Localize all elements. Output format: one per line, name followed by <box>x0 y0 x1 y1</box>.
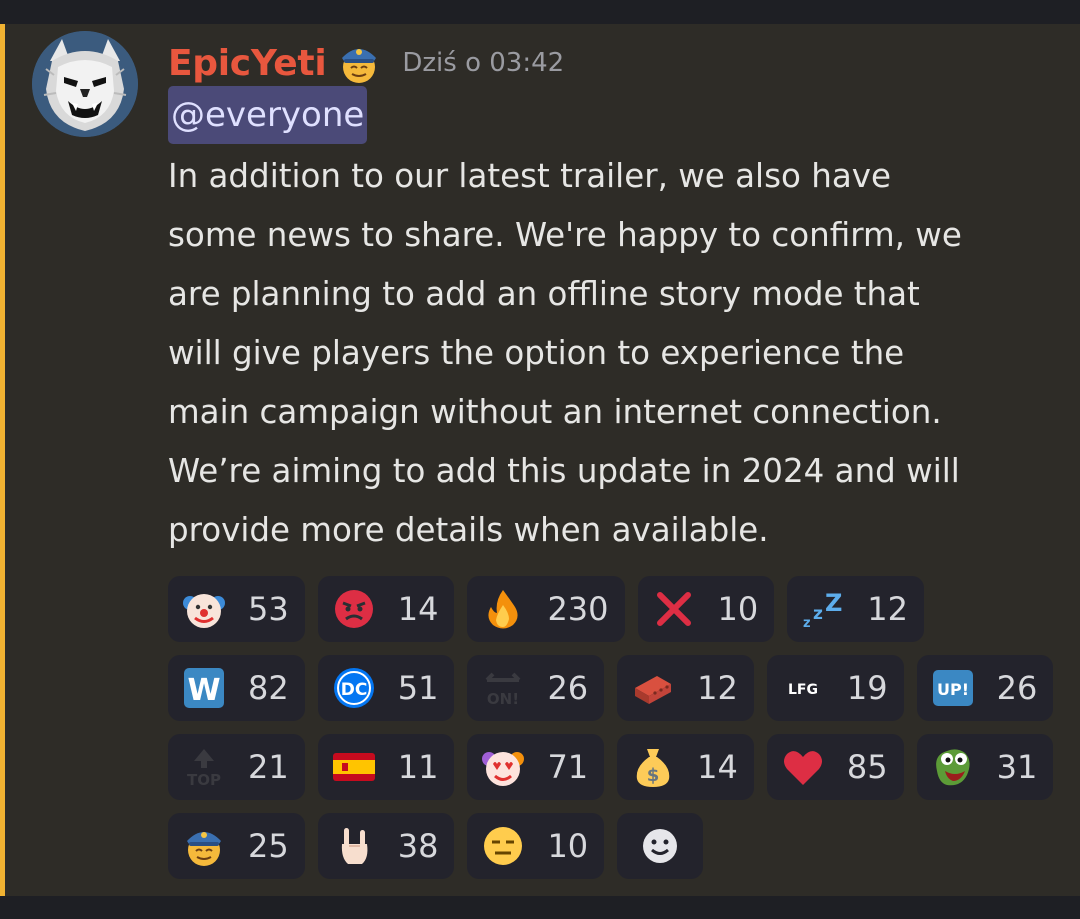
dc-logo-icon: DC <box>333 668 374 708</box>
reaction-count: 14 <box>697 748 738 786</box>
reaction-up[interactable]: UP! 26 <box>916 655 1054 721</box>
svg-text:$: $ <box>647 765 660 786</box>
add-reaction-icon <box>643 829 678 863</box>
lfg-icon: LFG <box>788 682 818 698</box>
chat-message: EpicYeti Dziś o 03:42 @everyone In addit… <box>0 24 1080 896</box>
yeti-avatar-icon <box>32 31 138 137</box>
reaction-rock[interactable]: 38 <box>317 813 455 879</box>
add-reaction-button[interactable] <box>617 813 704 879</box>
reaction-count: 11 <box>397 748 439 786</box>
reaction-heart[interactable]: 85 <box>766 734 904 800</box>
reaction-count: 51 <box>397 669 439 707</box>
svg-text:DC: DC <box>340 680 367 700</box>
reaction-w[interactable]: W 82 <box>168 655 305 721</box>
reactions-bar: 53 14 230 10 z z Z 12 W 82 DC 51 ON! 26 … <box>168 576 1054 892</box>
reaction-fire[interactable]: 230 <box>467 576 625 642</box>
clown-heart-eyes-icon <box>482 752 525 786</box>
reaction-count: 10 <box>547 827 589 865</box>
zzz-icon: z z Z <box>803 589 842 631</box>
message-line: will give players the option to experien… <box>168 334 905 372</box>
reaction-count: 14 <box>397 590 439 628</box>
cross-mark-icon <box>656 592 691 626</box>
reaction-count: 19 <box>846 669 888 707</box>
reaction-money[interactable]: $ 14 <box>617 734 754 800</box>
reaction-count: 10 <box>717 590 759 628</box>
pepe-frog-icon <box>935 749 970 786</box>
message-line: some news to share. We're happy to confi… <box>168 216 962 254</box>
svg-text:TOP: TOP <box>187 771 221 789</box>
avatar[interactable] <box>32 31 138 137</box>
reaction-expressionless[interactable]: 10 <box>467 813 605 879</box>
pilot-face-icon <box>187 832 221 866</box>
angry-face-icon <box>334 590 373 628</box>
reaction-angry[interactable]: 14 <box>317 576 455 642</box>
username[interactable]: EpicYeti <box>168 43 327 84</box>
on-arrow-icon: ON! <box>486 672 521 708</box>
reaction-count: 71 <box>547 748 589 786</box>
svg-text:ON!: ON! <box>487 690 519 708</box>
message-line: provide more details when available. <box>168 511 769 549</box>
reaction-count: 12 <box>867 590 908 628</box>
reaction-count: 53 <box>248 590 289 628</box>
reaction-zzz[interactable]: z z Z 12 <box>787 576 924 642</box>
reaction-clown[interactable]: 53 <box>168 576 305 642</box>
svg-text:z: z <box>803 616 811 631</box>
reaction-count: 31 <box>996 748 1038 786</box>
reaction-count: 230 <box>547 590 609 628</box>
money-bag-icon: $ <box>636 749 670 787</box>
reaction-dc[interactable]: DC 51 <box>317 655 455 721</box>
reaction-clown-hearts[interactable]: 71 <box>467 734 605 800</box>
clown-face-icon <box>183 594 225 628</box>
mention-highlight-bar <box>0 24 5 896</box>
message-line: are planning to add an offline story mod… <box>168 275 920 313</box>
svg-text:LFG: LFG <box>788 682 818 698</box>
reaction-top[interactable]: TOP 21 <box>168 734 305 800</box>
svg-text:UP!: UP! <box>937 680 969 699</box>
reaction-count: 12 <box>697 669 738 707</box>
svg-text:W: W <box>187 673 220 708</box>
message-line: We’re aiming to add this update in 2024 … <box>168 452 960 490</box>
red-heart-icon <box>783 751 822 785</box>
expressionless-face-icon <box>484 827 523 865</box>
reaction-count: 26 <box>547 669 589 707</box>
everyone-mention[interactable]: @everyone <box>168 86 368 144</box>
spain-flag-icon <box>332 753 375 781</box>
message-line: main campaign without an internet connec… <box>168 393 942 431</box>
message-body: In addition to our latest trailer, we al… <box>168 147 1048 560</box>
reaction-count: 26 <box>996 669 1038 707</box>
up-button-icon: UP! <box>932 670 973 706</box>
reaction-count: 25 <box>248 827 289 865</box>
reaction-count: 82 <box>248 669 289 707</box>
reaction-brick[interactable]: 12 <box>617 655 754 721</box>
reaction-count: 38 <box>397 827 439 865</box>
reaction-count: 85 <box>846 748 888 786</box>
message-header: EpicYeti Dziś o 03:42 <box>168 38 564 88</box>
message-line: In addition to our latest trailer, we al… <box>168 157 891 195</box>
svg-text:Z: Z <box>825 589 842 617</box>
reaction-cross[interactable]: 10 <box>637 576 775 642</box>
rock-hand-icon <box>341 828 368 864</box>
reaction-spain[interactable]: 11 <box>317 734 455 800</box>
bottom-bar <box>0 896 1080 919</box>
reaction-lfg[interactable]: LFG 19 <box>766 655 904 721</box>
fire-icon <box>488 590 519 629</box>
brick-icon <box>635 676 672 704</box>
top-bar <box>0 0 1080 24</box>
svg-text:z: z <box>813 604 823 624</box>
reaction-count: 21 <box>248 748 289 786</box>
reaction-on[interactable]: ON! 26 <box>467 655 605 721</box>
reaction-pilot[interactable]: 25 <box>168 813 305 879</box>
timestamp: Dziś o 03:42 <box>402 48 565 78</box>
top-arrow-icon: TOP <box>187 749 221 789</box>
reaction-pepe[interactable]: 31 <box>916 734 1054 800</box>
pilot-role-icon <box>336 40 382 86</box>
w-letter-icon: W <box>184 668 224 708</box>
